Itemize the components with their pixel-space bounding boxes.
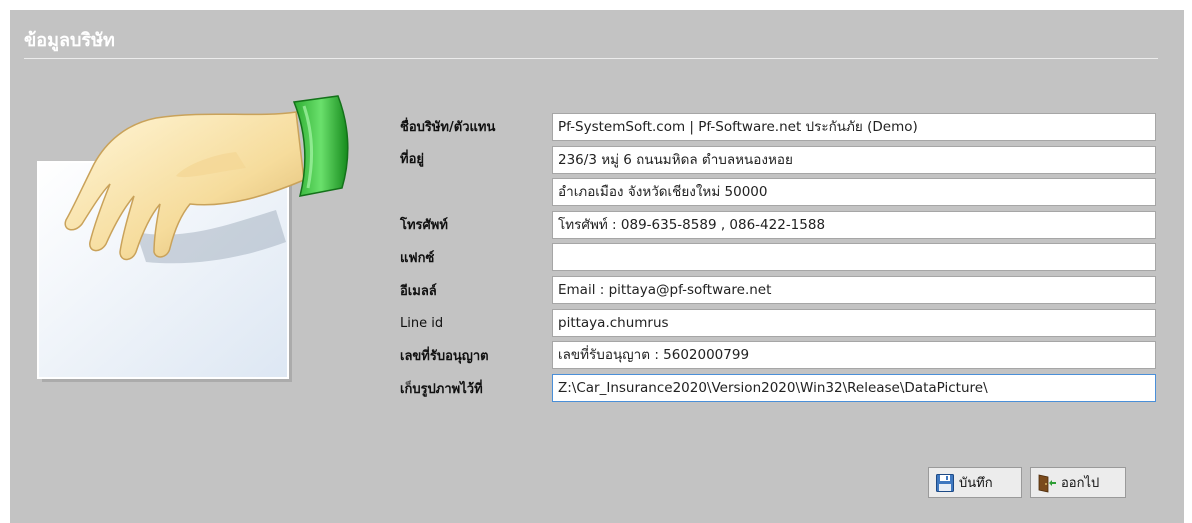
fax-label: แฟกซ์ — [400, 251, 435, 266]
save-button-label: บันทึก — [959, 476, 993, 491]
address-line1-field[interactable]: 236/3 หมู่ 6 ถนนมหิดล ตำบลหนองหอย — [552, 146, 1156, 174]
hand-holding-paper-icon — [37, 95, 349, 382]
license-number-label: เลขที่รับอนุญาต — [400, 349, 489, 364]
email-label: อีเมลล์ — [400, 284, 437, 299]
picture-path-field[interactable]: Z:\Car_Insurance2020\Version2020\Win32\R… — [552, 374, 1156, 402]
exit-button[interactable]: ออกไป — [1030, 467, 1126, 498]
save-button[interactable]: บันทึก — [928, 467, 1022, 498]
company-name-field[interactable]: Pf-SystemSoft.com | Pf-Software.net ประก… — [552, 113, 1156, 141]
floppy-disk-icon — [936, 473, 954, 492]
panel-title: ข้อมูลบริษัท — [24, 30, 115, 51]
license-number-field[interactable]: เลขที่รับอนุญาต : 5602000799 — [552, 341, 1156, 369]
phone-label: โทรศัพท์ — [400, 218, 448, 233]
exit-button-label: ออกไป — [1061, 476, 1100, 491]
email-field[interactable]: Email : pittaya@pf-software.net — [552, 276, 1156, 304]
phone-field[interactable]: โทรศัพท์ : 089-635-8589 , 086-422-1588 — [552, 211, 1156, 239]
title-divider — [24, 58, 1158, 59]
address-line2-field[interactable]: อำเภอเมือง จังหวัดเชียงใหม่ 50000 — [552, 178, 1156, 206]
fax-field[interactable] — [552, 243, 1156, 271]
picture-path-label: เก็บรูปภาพไว้ที่ — [400, 382, 483, 397]
address-label: ที่อยู่ — [400, 152, 424, 167]
company-name-label: ชื่อบริษัท/ตัวแทน — [400, 120, 496, 135]
exit-door-icon — [1038, 474, 1056, 492]
line-id-label: Line id — [400, 316, 444, 331]
line-id-field[interactable]: pittaya.chumrus — [552, 309, 1156, 337]
